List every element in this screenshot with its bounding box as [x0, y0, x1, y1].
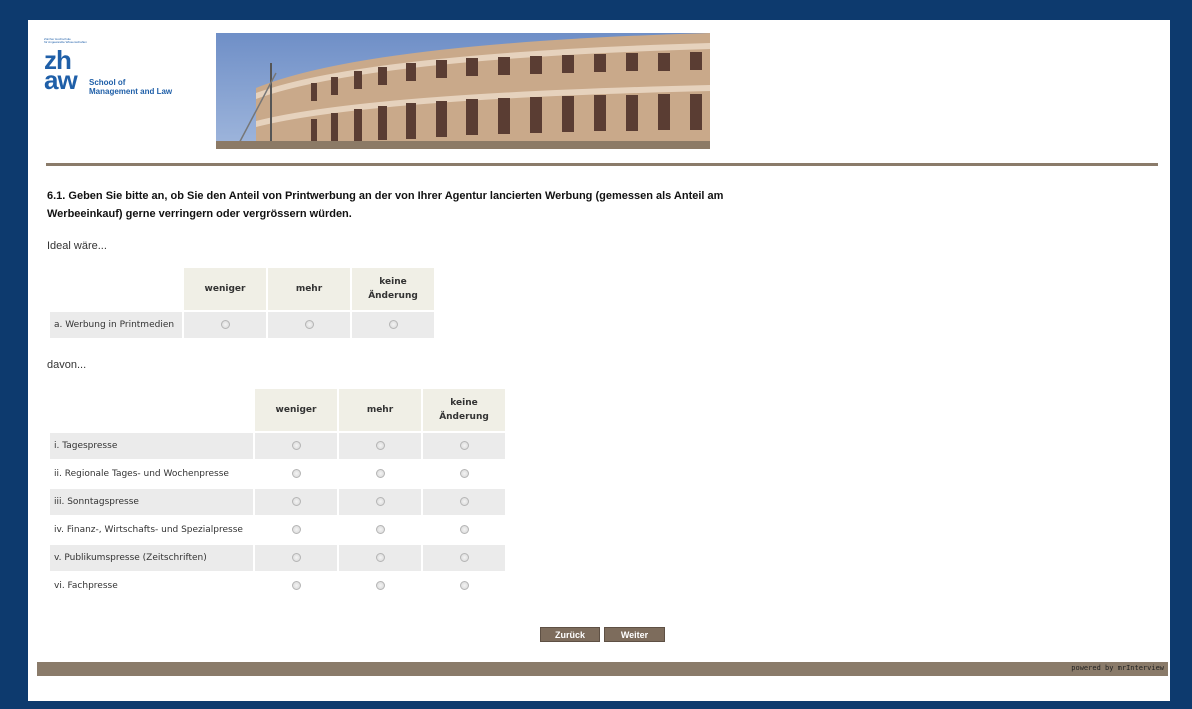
- row-label: v. Publikumspresse (Zeitschriften): [50, 545, 253, 571]
- rating-grid-1: weniger mehr keine Änderung a. Werbung i…: [48, 266, 436, 340]
- radio-cell: [268, 312, 350, 338]
- radio-cell: [339, 517, 421, 543]
- table-row: iii. Sonntagspresse: [50, 489, 505, 515]
- radio-cell: [423, 489, 505, 515]
- footer-bar: powered by mrInterview: [37, 662, 1168, 676]
- zhaw-logo: Zürcher Hochschule für Angewandte Wissen…: [44, 38, 204, 102]
- radio-cell: [255, 489, 337, 515]
- column-header-weniger: weniger: [184, 268, 266, 310]
- row-label: i. Tagespresse: [50, 433, 253, 459]
- radio-cell: [184, 312, 266, 338]
- question-text: 6.1. Geben Sie bitte an, ob Sie den Ante…: [47, 190, 724, 220]
- radio-cell: [423, 433, 505, 459]
- radio-cell: [352, 312, 434, 338]
- radio-weniger[interactable]: [220, 320, 230, 329]
- column-header-mehr: mehr: [268, 268, 350, 310]
- radio-cell: [255, 433, 337, 459]
- column-header-weniger: weniger: [255, 389, 337, 431]
- radio-cell: [255, 461, 337, 487]
- radio-cell: [255, 573, 337, 599]
- radio-weniger[interactable]: [291, 469, 301, 478]
- row-label: ii. Regionale Tages- und Wochenpresse: [54, 469, 229, 479]
- table-row: v. Publikumspresse (Zeitschriften): [50, 545, 505, 571]
- grid-corner: [50, 389, 253, 431]
- table-row: i. Tagespresse: [50, 433, 505, 459]
- radio-weniger[interactable]: [291, 525, 301, 534]
- back-button[interactable]: Zurück: [540, 627, 600, 642]
- radio-mehr[interactable]: [375, 553, 385, 562]
- rating-grid-2: weniger mehr keine Änderung i. Tagespres…: [48, 387, 507, 601]
- radio-cell: [339, 433, 421, 459]
- radio-keine-aenderung[interactable]: [459, 525, 469, 534]
- survey-page: Zürcher Hochschule für Angewandte Wissen…: [28, 20, 1170, 701]
- powered-by-text: powered by mrInterview: [1071, 664, 1164, 672]
- radio-mehr[interactable]: [375, 525, 385, 534]
- radio-keine-aenderung[interactable]: [388, 320, 398, 329]
- section-1-subtitle: Ideal wäre...: [47, 240, 107, 252]
- radio-mehr[interactable]: [375, 441, 385, 450]
- logo-small-text: Zürcher Hochschule für Angewandte Wissen…: [44, 37, 87, 44]
- table-row: ii. Regionale Tages- und Wochenpresse: [50, 461, 505, 487]
- column-header-mehr: mehr: [339, 389, 421, 431]
- radio-cell: [423, 517, 505, 543]
- radio-cell: [339, 545, 421, 571]
- radio-mehr[interactable]: [375, 469, 385, 478]
- section-2-subtitle: davon...: [47, 359, 87, 371]
- radio-mehr[interactable]: [375, 497, 385, 506]
- radio-cell: [339, 461, 421, 487]
- row-label: iv. Finanz-, Wirtschafts- und Spezialpre…: [54, 525, 243, 535]
- radio-keine-aenderung[interactable]: [459, 441, 469, 450]
- row-label: vi. Fachpresse: [54, 581, 118, 591]
- next-button[interactable]: Weiter: [604, 627, 665, 642]
- radio-cell: [255, 545, 337, 571]
- logo-school-name: School of Management and Law: [89, 78, 172, 96]
- radio-cell: [339, 573, 421, 599]
- radio-weniger[interactable]: [291, 441, 301, 450]
- table-row: a. Werbung in Printmedien: [50, 312, 434, 338]
- logo-mark: zh aw: [44, 47, 78, 95]
- grid-corner: [50, 268, 182, 310]
- logo-line-1: School of: [89, 78, 126, 87]
- radio-weniger[interactable]: [291, 553, 301, 562]
- radio-keine-aenderung[interactable]: [459, 553, 469, 562]
- radio-cell: [255, 517, 337, 543]
- logo-aw: aw: [44, 65, 78, 95]
- radio-weniger[interactable]: [291, 581, 301, 590]
- logo-line-2: Management and Law: [89, 87, 173, 96]
- column-header-keine-aenderung: keine Änderung: [423, 389, 505, 431]
- radio-mehr[interactable]: [304, 320, 314, 329]
- radio-keine-aenderung[interactable]: [459, 497, 469, 506]
- banner-building-image: [216, 33, 710, 149]
- table-row: iv. Finanz-, Wirtschafts- und Spezialpre…: [50, 517, 505, 543]
- radio-cell: [339, 489, 421, 515]
- radio-cell: [423, 545, 505, 571]
- header-divider: [46, 163, 1158, 166]
- radio-mehr[interactable]: [375, 581, 385, 590]
- radio-cell: [423, 461, 505, 487]
- row-label: a. Werbung in Printmedien: [50, 312, 182, 338]
- radio-weniger[interactable]: [291, 497, 301, 506]
- row-label: iii. Sonntagspresse: [50, 489, 253, 515]
- radio-keine-aenderung[interactable]: [459, 581, 469, 590]
- table-row: vi. Fachpresse: [50, 573, 505, 599]
- column-header-keine-aenderung: keine Änderung: [352, 268, 434, 310]
- radio-keine-aenderung[interactable]: [459, 469, 469, 478]
- radio-cell: [423, 573, 505, 599]
